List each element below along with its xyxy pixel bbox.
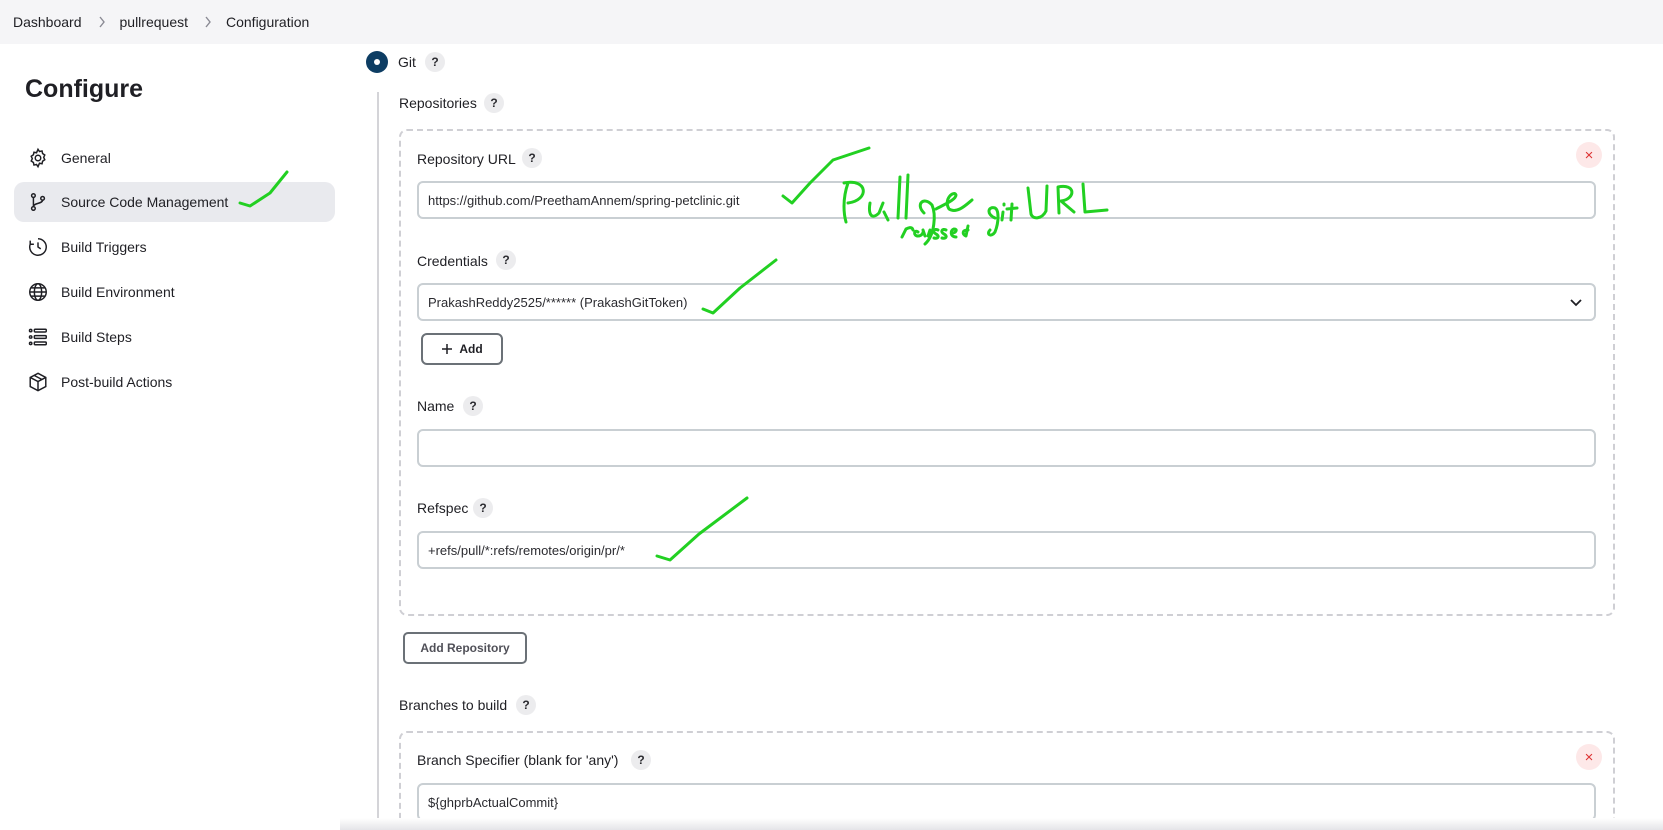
plus-icon [441, 343, 453, 355]
refspec-label: Refspec [417, 500, 469, 516]
branches-to-build-label: Branches to build [399, 697, 508, 713]
breadcrumb-pullrequest[interactable]: pullrequest [120, 14, 189, 30]
sidebar-item-build-environment[interactable]: Build Environment [14, 272, 335, 312]
branch-icon [27, 191, 49, 213]
sidebar-item-label: Build Triggers [61, 239, 147, 255]
help-icon[interactable]: ? [496, 250, 516, 270]
globe-icon [27, 281, 49, 303]
package-icon [27, 371, 49, 393]
add-repository-button[interactable]: Add Repository [403, 632, 527, 664]
sidebar-item-build-steps[interactable]: Build Steps [14, 317, 335, 357]
chevron-right-icon [204, 16, 212, 28]
page-title: Configure [25, 75, 144, 103]
sidebar-item-build-triggers[interactable]: Build Triggers [14, 227, 335, 267]
refspec-input[interactable] [417, 531, 1596, 569]
help-icon[interactable]: ? [425, 52, 445, 72]
help-icon[interactable]: ? [463, 396, 483, 416]
help-icon[interactable]: ? [484, 93, 504, 113]
close-icon[interactable]: × [1576, 142, 1602, 168]
sidebar-item-label: Source Code Management [61, 194, 229, 210]
breadcrumb-configuration[interactable]: Configuration [226, 14, 309, 30]
branch-specifier-input[interactable] [417, 783, 1596, 821]
help-icon[interactable]: ? [516, 695, 536, 715]
clock-icon [27, 236, 49, 258]
git-radio[interactable] [366, 51, 388, 73]
repositories-label: Repositories [399, 95, 477, 111]
breadcrumb: Dashboard pullrequest Configuration [0, 0, 1663, 44]
git-label: Git [398, 54, 416, 70]
add-credentials-button[interactable]: Add [421, 333, 503, 365]
sidebar-item-source-code-management[interactable]: Source Code Management [14, 182, 335, 222]
section-divider [377, 92, 379, 830]
help-icon[interactable]: ? [522, 148, 542, 168]
breadcrumb-dashboard[interactable]: Dashboard [13, 14, 82, 30]
sidebar-item-label: Build Environment [61, 284, 175, 300]
sidebar-item-label: Post-build Actions [61, 374, 173, 390]
credentials-select[interactable]: PrakashReddy2525/****** (PrakashGitToken… [417, 283, 1596, 321]
credentials-label: Credentials [417, 253, 488, 269]
sidebar-item-label: Build Steps [61, 329, 132, 345]
sidebar-item-general[interactable]: General [14, 138, 335, 178]
sidebar-item-label: General [61, 150, 111, 166]
help-icon[interactable]: ? [631, 750, 651, 770]
credentials-value: PrakashReddy2525/****** (PrakashGitToken… [428, 294, 688, 310]
name-input[interactable] [417, 429, 1596, 467]
bottom-bar [340, 818, 1663, 830]
add-button-label: Add [459, 342, 483, 356]
chevron-right-icon [98, 16, 106, 28]
sidebar-item-post-build-actions[interactable]: Post-build Actions [14, 362, 335, 402]
name-label: Name [417, 398, 455, 414]
gear-icon [27, 147, 49, 169]
repository-url-label: Repository URL [417, 151, 516, 167]
branch-specifier-label: Branch Specifier (blank for 'any') [417, 752, 619, 768]
help-icon[interactable]: ? [473, 498, 493, 518]
repository-url-input[interactable] [417, 181, 1596, 219]
chevron-down-icon [1568, 294, 1584, 313]
list-icon [27, 326, 49, 348]
close-icon[interactable]: × [1576, 744, 1602, 770]
